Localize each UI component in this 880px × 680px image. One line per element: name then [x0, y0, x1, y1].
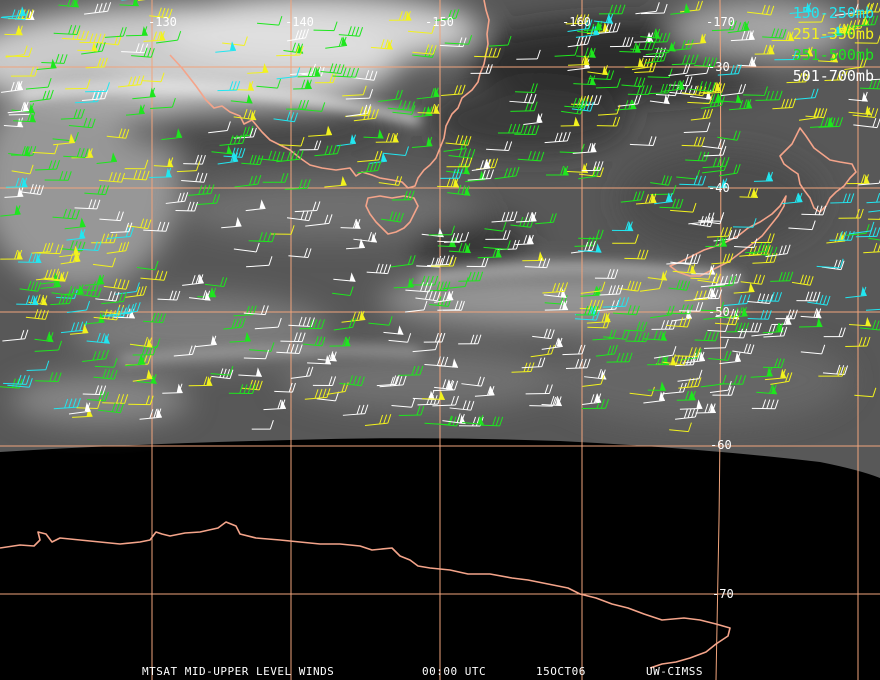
lat-label-30: -30 — [708, 60, 730, 74]
legend-item-150-250mb: 150-250mb — [792, 4, 874, 22]
satellite-wind-map: -130 -140 -150 -160 -170 -30 -40 -50 -60… — [0, 0, 880, 680]
legend-item-251-350mb: 251-350mb — [792, 25, 874, 43]
lat-label-60: -60 — [710, 438, 732, 452]
footer-time: 00:00 UTC — [422, 665, 487, 678]
lon-label-140: -140 — [285, 15, 314, 29]
lon-label-160: -160 — [562, 15, 591, 29]
lat-label-50: -50 — [708, 305, 730, 319]
lon-label-130: -130 — [148, 15, 177, 29]
pressure-level-legend: 150-250mb 251-350mb 351-500mb 501-700mb — [793, 3, 874, 87]
footer-date: 15OCT06 — [536, 665, 586, 678]
lon-label-150: -150 — [425, 15, 454, 29]
legend-item-501-700mb: 501-700mb — [792, 67, 874, 85]
footer-source: UW-CIMSS — [646, 665, 703, 678]
lat-label-40: -40 — [708, 181, 730, 195]
map-canvas — [0, 0, 880, 680]
footer-product: MTSAT MID-UPPER LEVEL WINDS — [142, 665, 335, 678]
lat-label-70: -70 — [712, 587, 734, 601]
lon-label-170: -170 — [706, 15, 735, 29]
legend-item-351-500mb: 351-500mb — [792, 46, 874, 64]
